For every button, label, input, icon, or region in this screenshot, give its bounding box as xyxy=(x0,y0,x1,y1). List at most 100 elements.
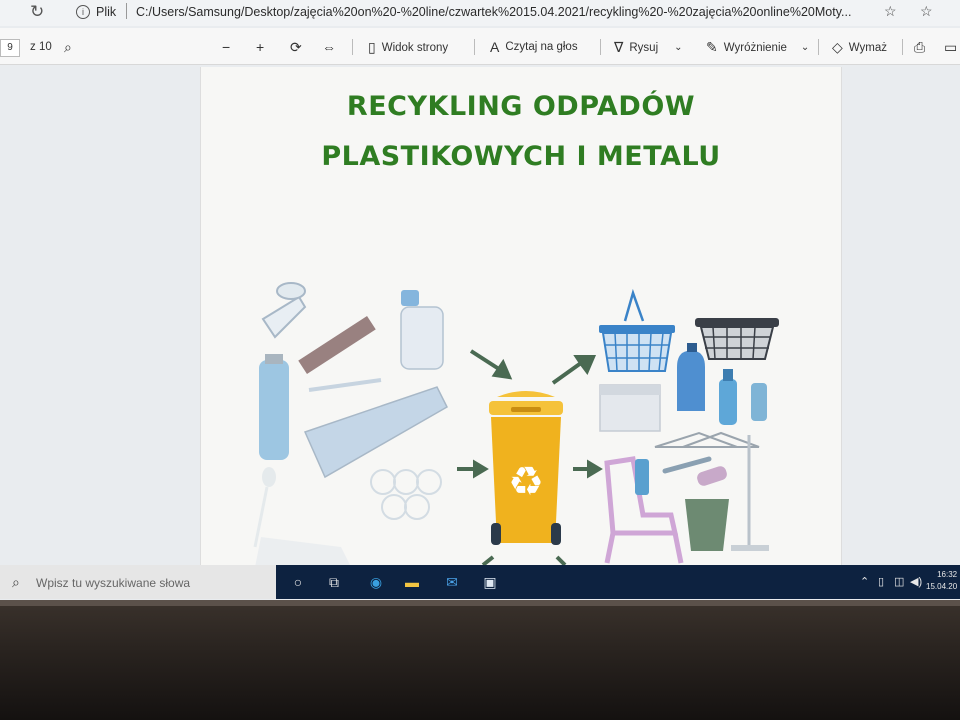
divider xyxy=(818,39,819,55)
divider xyxy=(352,39,353,55)
chevron-down-icon[interactable]: ⌄ xyxy=(801,42,809,53)
taskbar-search[interactable]: ⌕ Wpisz tu wyszukiwane słowa xyxy=(0,565,276,599)
cup-icon xyxy=(635,459,649,495)
favorite-star-icon[interactable]: ☆ xyxy=(884,3,897,20)
black-basket-icon xyxy=(695,318,779,360)
arrow-out-bin-icon xyxy=(573,459,603,479)
zoom-in-icon[interactable]: + xyxy=(256,39,264,55)
eraser-icon: ◇ xyxy=(832,39,843,55)
print-icon[interactable]: ⎙ xyxy=(914,39,925,56)
task-view-icon[interactable]: ⧉ xyxy=(324,572,344,592)
save-icon[interactable]: ▭ xyxy=(944,39,957,56)
page-view-label: Widok strony xyxy=(381,41,449,54)
chevron-down-icon[interactable]: ⌄ xyxy=(674,42,682,53)
info-icon[interactable]: i xyxy=(76,5,90,19)
water-bottle-icon xyxy=(259,360,289,460)
mop-head-icon xyxy=(731,545,769,551)
straw-icon xyxy=(308,378,382,392)
clock-date: 15.04.20 xyxy=(926,582,958,591)
tablet-icon[interactable]: ▯ xyxy=(878,575,884,588)
taskbar: ⌕ Wpisz tu wyszukiwane słowa ○ ⧉ ◉ ▬ ✉ ▣… xyxy=(0,565,960,599)
read-aloud-button[interactable]: A Czytaj na głos xyxy=(490,39,578,55)
zoom-out-icon[interactable]: − xyxy=(222,39,230,55)
divider xyxy=(902,39,903,55)
cortana-icon[interactable]: ○ xyxy=(288,572,308,592)
refresh-icon[interactable]: ↻ xyxy=(30,2,44,22)
six-pack-ring-icon xyxy=(404,494,430,520)
draw-button[interactable]: ∇ Rysuj ⌄ xyxy=(614,39,683,56)
store-icon[interactable]: ▣ xyxy=(480,572,500,592)
divider xyxy=(126,3,127,19)
url-field[interactable]: C:/Users/Samsung/Desktop/zajęcia%20on%20… xyxy=(136,5,874,19)
arrow-into-bin-icon xyxy=(457,459,489,479)
edge-browser-icon[interactable]: ◉ xyxy=(366,572,386,592)
spray-bottle-icon xyxy=(719,379,737,425)
system-clock[interactable]: 16:32 15.04.20 xyxy=(926,569,957,593)
page-view-button[interactable]: ▯ Widok strony xyxy=(368,39,448,56)
plastic-bag-icon xyxy=(255,537,351,567)
jar-cap-icon xyxy=(401,290,419,306)
comb-icon xyxy=(298,315,376,375)
six-pack-ring-icon xyxy=(370,469,396,495)
recycling-illustration: ♻ xyxy=(253,282,779,567)
address-bar: ↻ i Plik C:/Users/Samsung/Desktop/zajęci… xyxy=(0,0,960,26)
arrow-out-bin-icon xyxy=(555,555,567,567)
erase-button[interactable]: ◇ Wymaż xyxy=(832,39,887,56)
screen: ↻ i Plik C:/Users/Samsung/Desktop/zajęci… xyxy=(0,0,960,600)
pen-icon: ∇ xyxy=(614,39,624,55)
arrow-into-bin-icon xyxy=(469,349,513,380)
highlighter-icon: ✎ xyxy=(706,39,718,55)
recycle-symbol-icon: ♻ xyxy=(508,459,544,505)
file-explorer-icon[interactable]: ▬ xyxy=(402,572,422,592)
blue-basket-icon xyxy=(599,288,675,372)
taskbar-search-placeholder: Wpisz tu wyszukiwane słowa xyxy=(36,576,191,590)
clock-time: 16:32 xyxy=(937,570,958,579)
six-pack-ring-icon xyxy=(416,469,442,495)
detergent-cap-icon xyxy=(687,343,697,352)
site-label: Plik xyxy=(96,5,117,19)
search-icon[interactable]: ⌕ xyxy=(64,39,72,56)
volume-icon[interactable]: ◀) xyxy=(910,575,922,588)
toothbrush-icon xyxy=(662,456,712,474)
collections-icon[interactable]: ☆ xyxy=(920,3,933,20)
pdf-toolbar: 9 z 10 ⌕ − + ⟳ ⇔ ▯ Widok strony A Czytaj… xyxy=(0,28,960,65)
mail-icon[interactable]: ✉ xyxy=(442,572,462,592)
page-number-input[interactable]: 9 xyxy=(0,39,20,57)
six-pack-ring-icon xyxy=(381,494,407,520)
chevron-up-icon[interactable]: ⌃ xyxy=(860,575,869,588)
arrow-into-bin-icon xyxy=(481,555,495,567)
divider xyxy=(600,39,601,55)
bottle-cap-icon xyxy=(265,354,283,364)
six-pack-ring-icon xyxy=(393,469,419,495)
plastic-cup-icon xyxy=(261,295,307,339)
spoon-icon xyxy=(262,467,276,487)
box-lid-icon xyxy=(600,385,660,395)
highlight-label: Wyróżnienie xyxy=(723,41,787,54)
recycled-products-group xyxy=(599,288,779,564)
jar-icon xyxy=(400,306,444,370)
search-icon: ⌕ xyxy=(12,574,20,590)
chair-legs-icon xyxy=(604,532,684,564)
crushed-bottle-icon xyxy=(303,386,448,479)
detergent-bottle-icon xyxy=(677,351,705,411)
soap-dish-icon xyxy=(697,466,727,486)
arrow-out-bin-icon xyxy=(551,355,597,385)
page-total: z 10 xyxy=(30,41,52,53)
highlight-button[interactable]: ✎ Wyróżnienie ⌄ xyxy=(706,39,809,56)
pdf-page: RECYKLING ODPADÓW PLASTIKOWYCH I METALU xyxy=(200,67,842,567)
network-icon[interactable]: ◫ xyxy=(894,575,904,588)
small-bottle-icon xyxy=(751,383,767,421)
page-view-icon: ▯ xyxy=(368,39,376,55)
recycling-bin-icon: ♻ xyxy=(489,391,563,545)
fit-width-icon[interactable]: ⇔ xyxy=(322,39,336,55)
waste-basket-icon xyxy=(685,499,729,551)
monitor-bezel xyxy=(0,600,960,720)
spray-nozzle-icon xyxy=(723,369,733,381)
read-aloud-label: Czytaj na głos xyxy=(505,41,578,53)
divider xyxy=(474,39,475,55)
draw-label: Rysuj xyxy=(629,41,659,54)
read-aloud-icon: A xyxy=(490,39,500,55)
bezel-edge xyxy=(0,600,960,606)
rotate-icon[interactable]: ⟳ xyxy=(290,39,302,56)
erase-label: Wymaż xyxy=(848,41,888,54)
